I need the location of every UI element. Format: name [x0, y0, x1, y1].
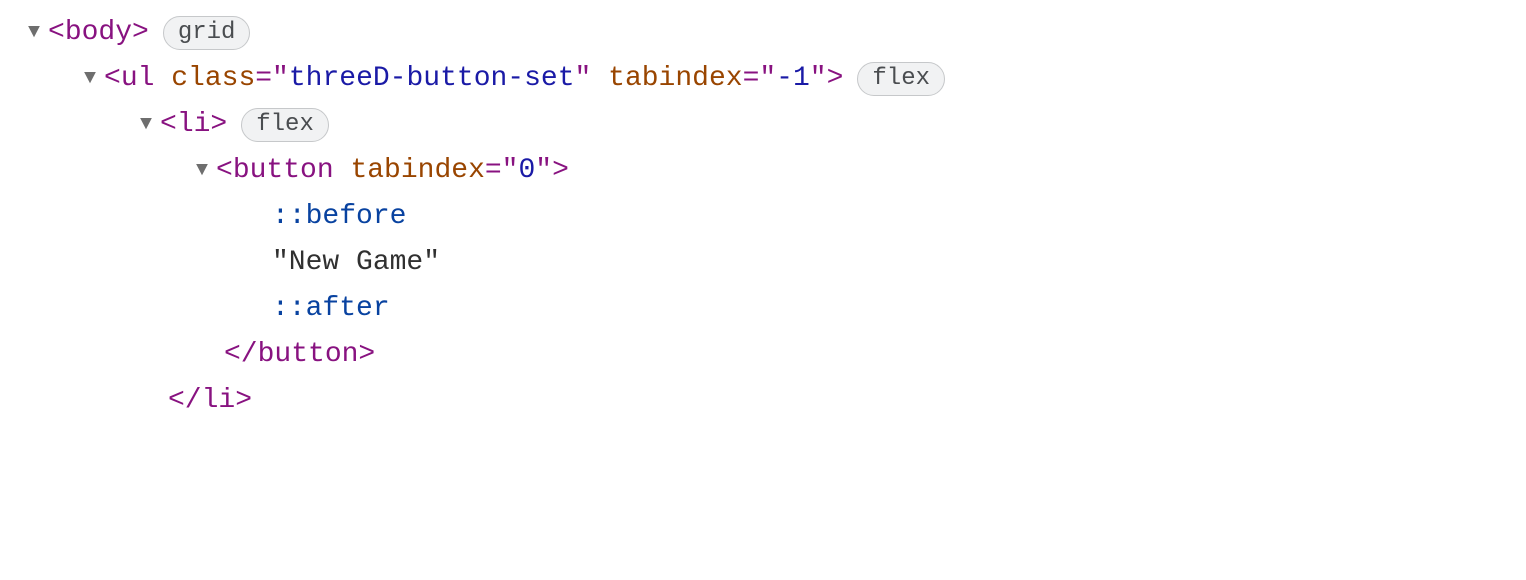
text-node[interactable]: ▼ "New Game" — [0, 240, 1526, 286]
attr-name-tabindex: tabindex — [350, 155, 484, 186]
dom-node-body[interactable]: ▼ <body> grid — [0, 10, 1526, 56]
dom-node-ul[interactable]: ▼ <ul class="threeD-button-set" tabindex… — [0, 56, 1526, 102]
pseudo-element-before: ::before — [272, 196, 406, 238]
close-tag-li[interactable]: </li> — [0, 378, 1526, 424]
tag-open-bracket: < — [48, 17, 65, 48]
layout-badge-flex[interactable]: flex — [857, 62, 945, 97]
disclosure-triangle-icon[interactable]: ▼ — [132, 110, 160, 140]
attr-quote: " — [535, 155, 552, 186]
pseudo-before[interactable]: ▼ ::before — [0, 194, 1526, 240]
tag-open-bracket: < — [216, 155, 233, 186]
layout-badge-grid[interactable]: grid — [163, 16, 251, 51]
pseudo-element-after: ::after — [272, 288, 390, 330]
tag-close-bracket: > — [552, 155, 569, 186]
disclosure-triangle-icon[interactable]: ▼ — [20, 18, 48, 48]
tag-open-bracket: < — [104, 63, 121, 94]
attr-name-class: class — [171, 63, 255, 94]
attr-val-class: threeD-button-set — [289, 63, 575, 94]
close-tag-button[interactable]: </button> — [0, 332, 1526, 378]
attr-eq: =" — [743, 63, 777, 94]
layout-badge-flex[interactable]: flex — [241, 108, 329, 143]
tag-name-body: body — [65, 17, 132, 48]
attr-name-tabindex: tabindex — [608, 63, 742, 94]
tag-name-ul: ul — [121, 63, 155, 94]
attr-val-tabindex: -1 — [776, 63, 810, 94]
attr-eq: =" — [485, 155, 519, 186]
closing-tag-li: </li> — [168, 380, 252, 422]
attr-val-tabindex: 0 — [518, 155, 535, 186]
pseudo-after[interactable]: ▼ ::after — [0, 286, 1526, 332]
dom-node-li[interactable]: ▼ <li> flex — [0, 102, 1526, 148]
tag-open-bracket: < — [160, 109, 177, 140]
tag-close-bracket: > — [210, 109, 227, 140]
attr-quote: " — [575, 63, 592, 94]
dom-node-button[interactable]: ▼ <button tabindex="0"> — [0, 148, 1526, 194]
tag-name-button: button — [233, 155, 334, 186]
attr-eq: =" — [255, 63, 289, 94]
tag-close-bracket: > — [132, 17, 149, 48]
tag-name-li: li — [177, 109, 211, 140]
disclosure-triangle-icon[interactable]: ▼ — [188, 156, 216, 186]
attr-quote: " — [810, 63, 827, 94]
tag-close-bracket: > — [827, 63, 844, 94]
disclosure-triangle-icon[interactable]: ▼ — [76, 64, 104, 94]
text-content: "New Game" — [272, 242, 440, 284]
closing-tag-button: </button> — [224, 334, 375, 376]
